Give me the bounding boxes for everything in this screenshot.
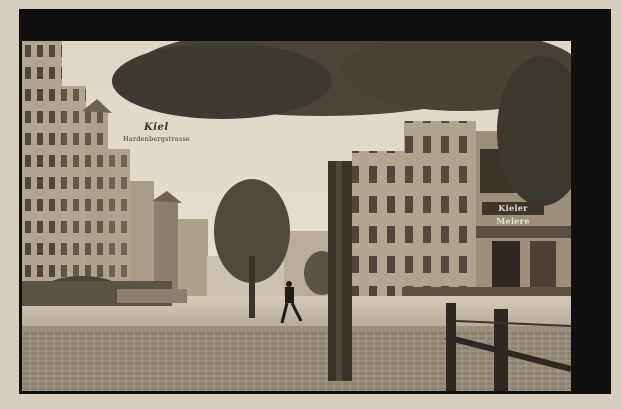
cobblestone-street	[22, 326, 571, 391]
caption-street: Hardenbergstrasse	[123, 135, 190, 143]
caption-city: Kiel	[144, 122, 169, 133]
small-tree-trunk	[249, 256, 255, 318]
street-photograph	[22, 41, 571, 391]
postcard: Kiel Hardenbergstrasse Kieler Meiere	[0, 0, 622, 409]
shop-sign: Kieler Meiere	[482, 202, 544, 226]
